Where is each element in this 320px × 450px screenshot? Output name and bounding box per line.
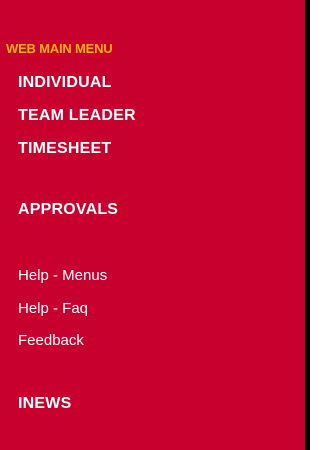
web-main-menu-panel: WEB MAIN MENU INDIVIDUAL TEAM LEADER TIM… bbox=[0, 0, 310, 450]
menu-item-individual[interactable]: INDIVIDUAL bbox=[18, 74, 112, 92]
menu-item-team-leader[interactable]: TEAM LEADER bbox=[18, 107, 136, 125]
menu-title: WEB MAIN MENU bbox=[6, 41, 113, 56]
menu-item-timesheet[interactable]: TIMESHEET bbox=[18, 140, 111, 158]
help-menus-link[interactable]: Help - Menus bbox=[18, 267, 107, 284]
feedback-link[interactable]: Feedback bbox=[18, 332, 84, 349]
menu-item-approvals[interactable]: APPROVALS bbox=[18, 201, 118, 219]
menu-item-news[interactable]: INEWS bbox=[18, 395, 71, 413]
help-faq-link[interactable]: Help - Faq bbox=[18, 300, 88, 317]
